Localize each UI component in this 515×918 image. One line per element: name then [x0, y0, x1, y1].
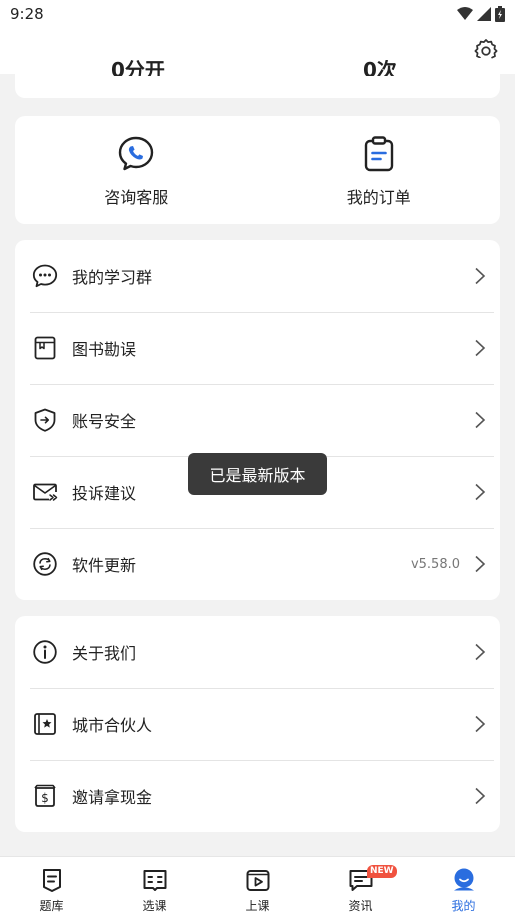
- chevron-right-icon: [475, 643, 486, 661]
- list-item-study-group[interactable]: 我的学习群: [15, 240, 500, 312]
- list-item-city-partner[interactable]: 城市合伙人: [15, 688, 500, 760]
- status-icons: [457, 6, 505, 22]
- feedback-label: 投诉建议: [72, 484, 137, 503]
- chevron-right-icon: [475, 555, 486, 573]
- book-icon: [32, 335, 58, 361]
- info-icon: [32, 639, 58, 665]
- customer-service-button[interactable]: 咨询客服: [15, 116, 258, 224]
- list-item-account-security[interactable]: 账号安全: [15, 384, 500, 456]
- stats-left-value: 0分开: [111, 60, 165, 76]
- settings-list-1: 我的学习群 图书勘误 账号安全 投诉建议 软件更新 v5.58.0: [15, 240, 500, 600]
- nav-question-bank[interactable]: 题库: [0, 857, 103, 918]
- chevron-right-icon: [475, 715, 486, 733]
- cash-icon: $: [32, 783, 58, 809]
- star-badge-icon: [32, 711, 58, 737]
- settings-list-2: 关于我们 城市合伙人 $ 邀请拿现金: [15, 616, 500, 832]
- list-item-software-update[interactable]: 软件更新 v5.58.0: [15, 528, 500, 600]
- nav-course-select-label: 选课: [142, 899, 167, 913]
- status-time: 9:28: [10, 5, 44, 23]
- chevron-right-icon: [475, 411, 486, 429]
- course-select-icon: [143, 870, 166, 891]
- list-item-about-us[interactable]: 关于我们: [15, 616, 500, 688]
- wifi-icon: [457, 7, 473, 20]
- chevron-right-icon: [475, 483, 486, 501]
- my-orders-button[interactable]: 我的订单: [258, 116, 501, 224]
- version-number: v5.58.0: [410, 556, 460, 572]
- phone-chat-icon: [119, 136, 154, 171]
- list-item-book-errata[interactable]: 图书勘误: [15, 312, 500, 384]
- about-us-label: 关于我们: [72, 644, 137, 663]
- new-badge: NEW: [367, 865, 397, 878]
- chevron-right-icon: [475, 267, 486, 285]
- customer-service-label: 咨询客服: [104, 188, 169, 207]
- nav-news-label: 资讯: [348, 899, 373, 913]
- stats-card: 0分开 0次: [15, 58, 500, 98]
- nav-profile[interactable]: 我的: [412, 857, 515, 918]
- list-item-invite-cash[interactable]: $ 邀请拿现金: [15, 760, 500, 832]
- status-bar: 9:28: [0, 0, 515, 28]
- my-orders-label: 我的订单: [346, 188, 411, 207]
- question-bank-icon: [42, 869, 61, 892]
- nav-attend-class[interactable]: 上课: [206, 857, 309, 918]
- account-security-label: 账号安全: [72, 412, 137, 431]
- chevron-right-icon: [475, 787, 486, 805]
- svg-text:$: $: [41, 791, 49, 805]
- refresh-icon: [32, 551, 58, 577]
- quick-actions-card: 咨询客服 我的订单: [15, 116, 500, 224]
- nav-course-select[interactable]: 选课: [103, 857, 206, 918]
- stats-right-value: 0次: [363, 60, 397, 76]
- chevron-right-icon: [475, 339, 486, 357]
- chat-bubble-icon: [32, 263, 58, 289]
- nav-profile-label: 我的: [451, 899, 476, 913]
- battery-icon: [495, 6, 505, 22]
- play-class-icon: [246, 870, 269, 891]
- shield-icon: [32, 407, 58, 433]
- nav-question-bank-label: 题库: [39, 899, 64, 913]
- mail-icon: [32, 479, 58, 505]
- bottom-nav: 题库 选课 上课 NEW 资讯 我的: [0, 856, 515, 918]
- nav-news[interactable]: NEW 资讯: [309, 857, 412, 918]
- clipboard-icon: [364, 136, 393, 172]
- toast-message: 已是最新版本: [188, 453, 327, 495]
- book-errata-label: 图书勘误: [72, 340, 137, 359]
- city-partner-label: 城市合伙人: [72, 716, 153, 735]
- software-update-label: 软件更新: [72, 556, 137, 575]
- profile-icon: [453, 868, 474, 891]
- invite-cash-label: 邀请拿现金: [72, 788, 153, 807]
- study-group-label: 我的学习群: [72, 268, 153, 287]
- signal-icon: [477, 7, 491, 21]
- nav-attend-class-label: 上课: [245, 899, 270, 913]
